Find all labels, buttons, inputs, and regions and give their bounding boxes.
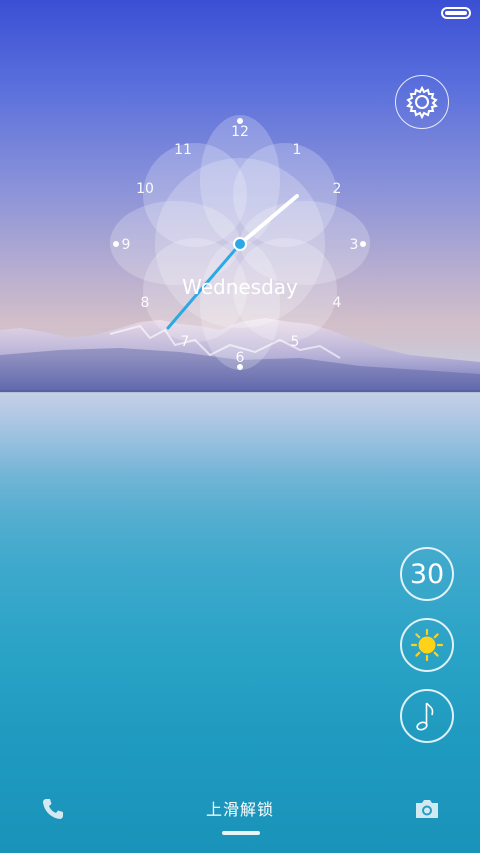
- settings-button[interactable]: [395, 75, 449, 129]
- clock-number: 2: [332, 181, 342, 197]
- battery-icon: [441, 7, 471, 19]
- analog-clock: 12 1 2 3 4 5 6 7 8 9 10 11: [110, 110, 370, 375]
- music-widget[interactable]: [400, 689, 454, 743]
- water-reflection: [0, 392, 480, 512]
- clock-number: 3: [349, 237, 359, 253]
- clock-number: 1: [292, 142, 302, 158]
- clock-number: 11: [174, 142, 192, 158]
- clock-number: 12: [231, 124, 249, 140]
- camera-icon[interactable]: [413, 796, 441, 822]
- gear-icon: [406, 85, 438, 120]
- clock-number: 5: [290, 334, 300, 350]
- date-widget[interactable]: 30: [400, 547, 454, 601]
- clock-number: 6: [235, 350, 245, 366]
- clock-number: 9: [121, 237, 131, 253]
- clock-number: 7: [180, 334, 190, 350]
- date-number: 30: [409, 558, 445, 590]
- clock-number: 10: [136, 181, 154, 197]
- weather-widget[interactable]: [400, 618, 454, 672]
- clock-face: [110, 115, 370, 370]
- unlock-handle[interactable]: [222, 831, 260, 835]
- music-note-icon: [416, 702, 434, 731]
- swipe-unlock-hint: 上滑解锁: [205, 800, 274, 819]
- sun-icon: [410, 628, 444, 662]
- day-of-week: Wednesday: [182, 275, 298, 299]
